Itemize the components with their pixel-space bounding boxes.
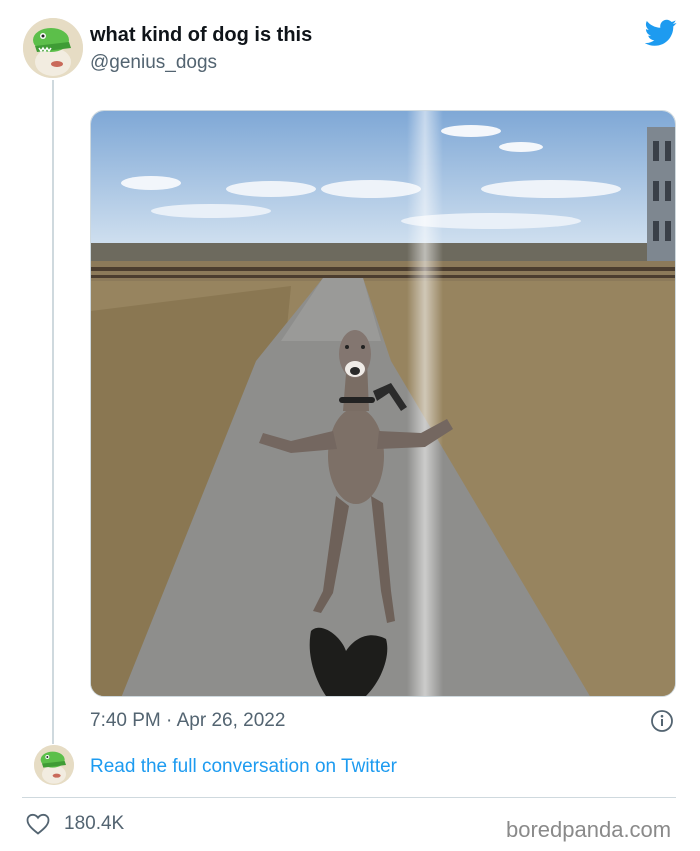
- tweet-timestamp[interactable]: 7:40 PM · Apr 26, 2022: [90, 710, 285, 732]
- dog-jumping-photo: [91, 111, 675, 696]
- tweet-photo[interactable]: [90, 110, 676, 697]
- twitter-bird-icon[interactable]: [644, 19, 677, 47]
- info-icon[interactable]: [650, 709, 674, 733]
- read-full-conversation-link[interactable]: Read the full conversation on Twitter: [90, 756, 397, 778]
- avatar-image: [23, 18, 83, 78]
- heart-icon[interactable]: [26, 813, 50, 835]
- author-display-name[interactable]: what kind of dog is this: [90, 24, 312, 47]
- reply-avatar[interactable]: [34, 745, 74, 785]
- like-count: 180.4K: [64, 813, 125, 834]
- footer-divider: [22, 797, 676, 798]
- author-handle[interactable]: @genius_dogs: [90, 52, 217, 74]
- author-avatar[interactable]: [23, 18, 83, 78]
- avatar-image: [34, 745, 74, 785]
- thread-connector-line: [52, 80, 54, 744]
- watermark: boredpanda.com: [506, 817, 672, 842]
